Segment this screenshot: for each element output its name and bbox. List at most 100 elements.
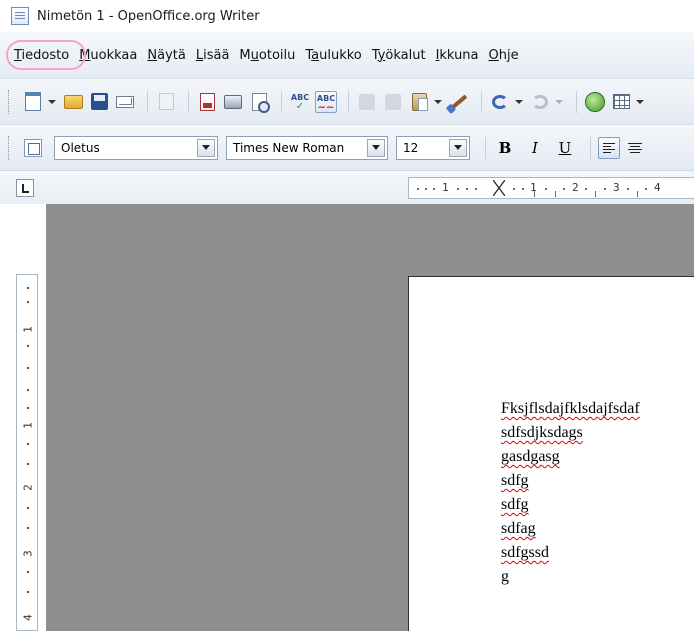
document-line[interactable]: sdfg xyxy=(501,469,640,493)
ruler-dot xyxy=(27,301,29,303)
redo-dropdown-icon[interactable] xyxy=(555,99,563,104)
font-name-value: Times New Roman xyxy=(233,140,345,155)
copy-button[interactable] xyxy=(382,91,404,113)
toolbar-grip-icon[interactable] xyxy=(8,89,12,114)
menu-nayta-rest: äytä xyxy=(157,47,186,63)
undo-dropdown-icon[interactable] xyxy=(515,99,523,104)
document-page[interactable]: Fksjflsdajfklsdajfsdaf sdfsdjksdags gasd… xyxy=(408,276,694,631)
ruler-tick xyxy=(595,191,596,197)
menu-muokkaa[interactable]: Muokkaa xyxy=(79,48,137,63)
ruler-dot xyxy=(27,287,29,289)
navigator-button[interactable] xyxy=(584,91,606,113)
ruler-dot xyxy=(433,188,435,190)
ruler-dot xyxy=(585,188,587,190)
standard-toolbar: ABC ✓ ABC ~~ xyxy=(0,78,694,124)
ruler-tick xyxy=(637,191,638,197)
cut-icon xyxy=(359,93,375,110)
document-line[interactable]: sdfgssd xyxy=(501,541,640,565)
open-button[interactable] xyxy=(62,91,84,113)
toolbar-separator xyxy=(281,90,282,113)
print-button[interactable] xyxy=(222,91,244,113)
menu-muokkaa-rest: uokkaa xyxy=(90,47,138,63)
ruler-dot xyxy=(27,367,29,369)
indent-marker-icon[interactable] xyxy=(493,180,505,196)
new-document-button[interactable] xyxy=(22,91,44,113)
chevron-down-icon[interactable] xyxy=(449,138,467,157)
ruler-dot xyxy=(425,188,427,190)
menu-nayta[interactable]: Näytä xyxy=(147,48,185,63)
new-document-dropdown-icon[interactable] xyxy=(48,99,56,104)
title-bar: Nimetön 1 - OpenOffice.org Writer xyxy=(0,0,694,32)
menu-muotoilu[interactable]: Muotoilu xyxy=(239,48,295,63)
vertical-ruler[interactable]: 1 1 2 3 4 xyxy=(16,274,38,631)
chevron-down-icon[interactable] xyxy=(197,138,215,157)
styles-button[interactable] xyxy=(22,137,44,159)
font-size-combo[interactable]: 12 xyxy=(396,135,470,160)
work-area: 1 1 2 3 4 Fksjflsdajfklsdajfsdaf sdfsdjk… xyxy=(0,204,694,631)
menu-ohje-mnemonic: O xyxy=(488,47,499,63)
edit-file-button[interactable] xyxy=(155,91,177,113)
export-pdf-button[interactable] xyxy=(196,91,218,113)
horizontal-ruler[interactable]: 1 1 2 3 4 xyxy=(408,177,694,199)
align-left-button[interactable] xyxy=(598,136,620,159)
menu-ikkuna-rest: kkuna xyxy=(439,47,479,63)
menu-tyokalut[interactable]: Työkalut xyxy=(372,48,426,63)
copy-icon xyxy=(385,93,401,110)
paste-button[interactable] xyxy=(408,91,430,113)
toolbar-separator xyxy=(485,136,486,159)
menu-ohje[interactable]: Ohje xyxy=(489,48,519,63)
italic-button[interactable]: I xyxy=(523,136,547,160)
ruler-dot xyxy=(466,188,468,190)
ruler-dot xyxy=(27,443,29,445)
email-button[interactable] xyxy=(114,91,136,113)
print-icon xyxy=(224,94,242,109)
document-line[interactable]: g xyxy=(501,565,640,589)
toolbar-separator xyxy=(147,90,148,113)
document-text[interactable]: Fksjflsdajfklsdajfsdaf sdfsdjksdags gasd… xyxy=(501,397,640,589)
table-button[interactable] xyxy=(610,91,632,113)
autospellcheck-button[interactable]: ABC ~~ xyxy=(315,90,337,113)
spellcheck-button[interactable]: ABC ✓ xyxy=(289,91,311,113)
document-line[interactable]: sdfsdjksdags xyxy=(501,421,640,445)
save-button[interactable] xyxy=(88,91,110,113)
menu-tyokalut-rest: ökalut xyxy=(385,47,426,63)
ruler-dot xyxy=(457,188,459,190)
document-line[interactable]: sdfag xyxy=(501,517,640,541)
menu-lisaa[interactable]: Lisää xyxy=(196,48,230,63)
page-preview-button[interactable] xyxy=(248,91,270,113)
ruler-label: 2 xyxy=(572,181,579,194)
paste-dropdown-icon[interactable] xyxy=(434,99,442,104)
writer-document-icon xyxy=(11,7,29,25)
menu-muotoilu-pre: M xyxy=(239,47,251,63)
redo-icon xyxy=(532,94,548,109)
chevron-down-icon[interactable] xyxy=(367,138,385,157)
document-line[interactable]: sdfg xyxy=(501,493,640,517)
font-name-combo[interactable]: Times New Roman xyxy=(226,135,388,160)
toolbar-grip-icon[interactable] xyxy=(8,135,12,160)
menu-tiedosto[interactable]: Tiedosto xyxy=(14,48,69,63)
tab-stop-selector-icon[interactable] xyxy=(16,179,34,197)
ruler-label: 1 xyxy=(442,181,449,194)
table-dropdown-icon[interactable] xyxy=(636,99,644,104)
menu-taulukko-rest: ulukko xyxy=(319,47,362,63)
ruler-dot xyxy=(27,345,29,347)
underline-button[interactable]: U xyxy=(553,136,577,160)
menu-lisaa-mnemonic: L xyxy=(195,47,204,63)
undo-button[interactable] xyxy=(489,91,511,113)
ruler-dot xyxy=(522,188,524,190)
paragraph-style-combo[interactable]: Oletus xyxy=(54,135,218,160)
align-center-button[interactable] xyxy=(624,137,646,159)
ruler-dot xyxy=(545,188,547,190)
menu-lisaa-rest: isää xyxy=(203,47,230,63)
menu-ikkuna[interactable]: Ikkuna xyxy=(436,48,479,63)
document-line[interactable]: gasdgasg xyxy=(501,445,640,469)
menu-taulukko[interactable]: Taulukko xyxy=(305,48,361,63)
redo-button[interactable] xyxy=(529,91,551,113)
ruler-dot xyxy=(27,463,29,465)
document-line[interactable]: Fksjflsdajfklsdajfsdaf xyxy=(501,397,640,421)
cut-button[interactable] xyxy=(356,91,378,113)
toolbar-separator xyxy=(576,90,577,113)
menu-muokkaa-mnemonic: M xyxy=(79,47,91,63)
clone-formatting-button[interactable] xyxy=(448,91,470,113)
bold-button[interactable]: B xyxy=(493,136,517,160)
